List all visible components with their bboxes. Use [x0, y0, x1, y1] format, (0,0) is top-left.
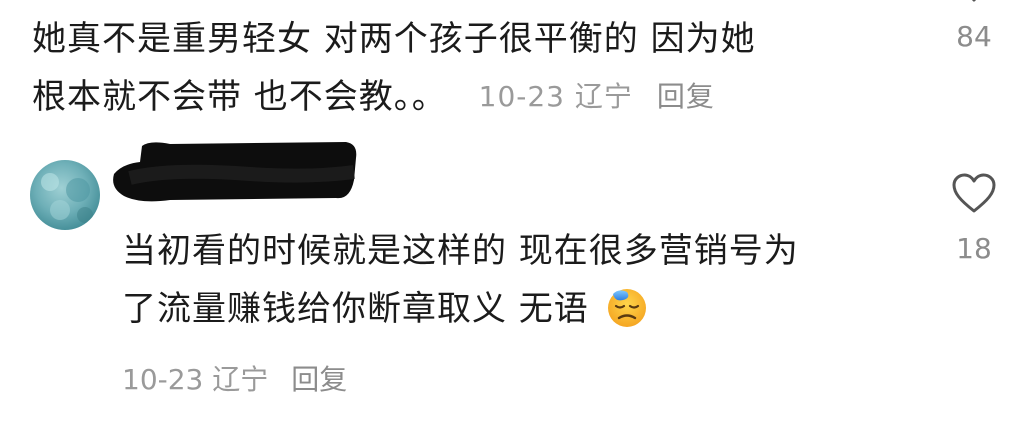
like-count: 18: [956, 232, 992, 265]
reply-button[interactable]: 回复: [291, 363, 347, 396]
comment-line-with-meta: 根本就不会带 也不会教。。 10-23 辽宁 回复: [32, 68, 912, 126]
comment-line: 她真不是重男轻女 对两个孩子很平衡的 因为她: [32, 19, 756, 59]
comments-view: 她真不是重男轻女 对两个孩子很平衡的 因为她 根本就不会带 也不会教。。 10-…: [0, 0, 1024, 422]
comment-text: 当初看的时候就是这样的 现在很多营销号为 了流量赚钱给你断章取义 无语: [122, 222, 912, 338]
comment-date: 10-23: [478, 80, 565, 113]
comment-location: 辽宁: [574, 80, 633, 113]
heart-icon[interactable]: [951, 0, 997, 8]
comment-date: 10-23: [122, 363, 204, 396]
downcast-sweat-emoji-icon: [607, 289, 646, 327]
comment-line: 根本就不会带 也不会教。。: [32, 77, 447, 117]
avatar[interactable]: [30, 160, 100, 230]
reply-button[interactable]: 回复: [657, 80, 715, 113]
heart-outline-icon[interactable]: [950, 172, 998, 214]
comment-text: 她真不是重男轻女 对两个孩子很平衡的 因为她 根本就不会带 也不会教。。 10-…: [32, 10, 912, 126]
comment-meta: 10-23 辽宁 回复: [122, 358, 347, 398]
comment-line: 当初看的时候就是这样的 现在很多营销号为: [122, 231, 799, 271]
comment-location: 辽宁: [212, 363, 269, 396]
comment-line: 了流量赚钱给你断章取义 无语: [122, 289, 589, 329]
comment-line-with-emoji: 了流量赚钱给你断章取义 无语: [122, 280, 912, 338]
redacted-username: [113, 142, 357, 202]
comment-meta: 10-23 辽宁 回复: [479, 80, 715, 113]
like-count: 84: [956, 20, 992, 53]
